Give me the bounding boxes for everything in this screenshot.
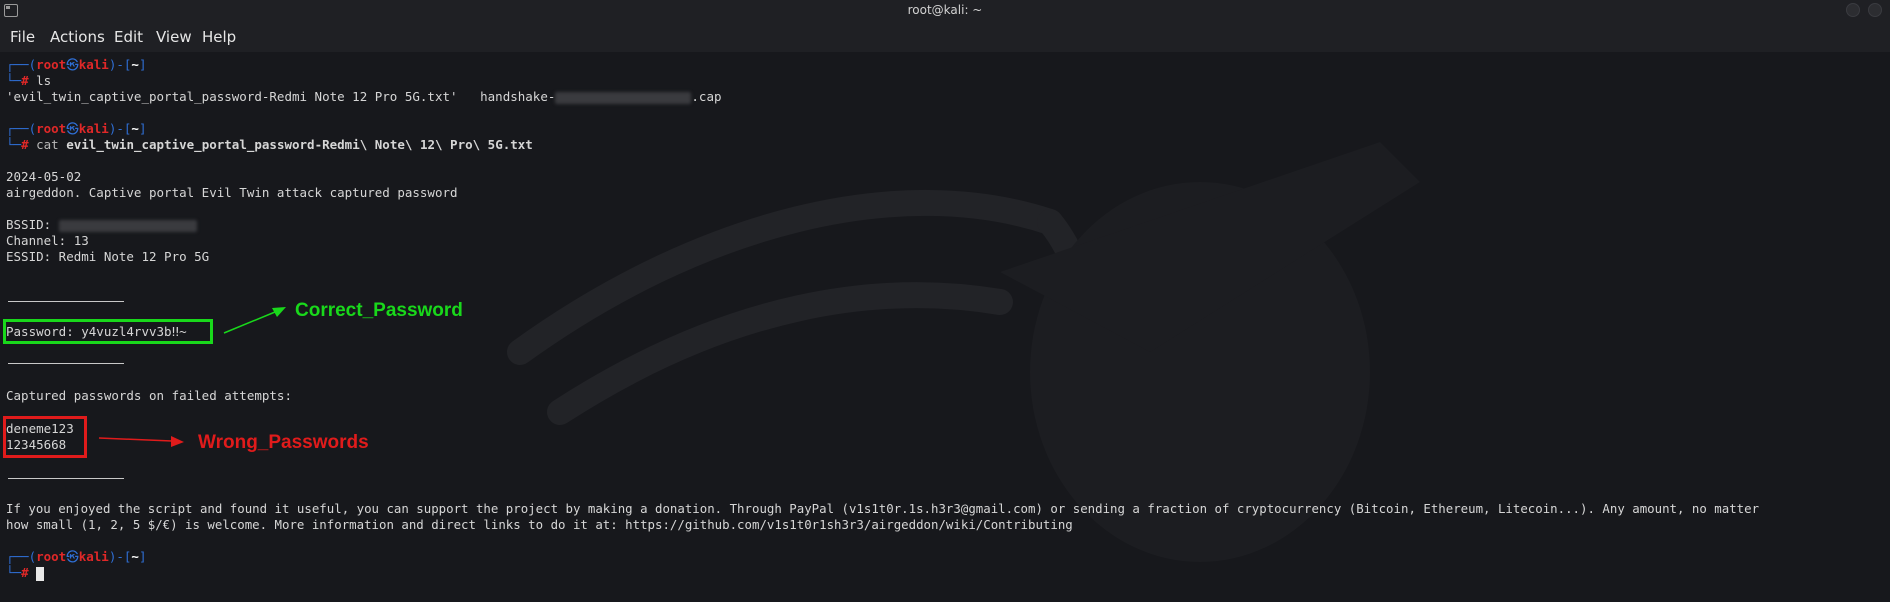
menu-edit[interactable]: Edit <box>114 28 143 46</box>
minimize-button[interactable] <box>1846 3 1860 17</box>
menu-actions[interactable]: Actions <box>50 28 105 46</box>
correct-password-label: Correct_Password <box>295 300 463 321</box>
annotation-arrows <box>98 307 286 447</box>
window-titlebar: root@kali: ~ <box>0 0 1890 23</box>
menu-bar: File Actions Edit View Help <box>0 22 1890 52</box>
window-title: root@kali: ~ <box>907 3 983 17</box>
wrong-passwords-arrow <box>98 436 184 447</box>
menu-view[interactable]: View <box>156 28 192 46</box>
menu-help[interactable]: Help <box>202 28 236 46</box>
close-button[interactable] <box>1868 3 1882 17</box>
menu-file[interactable]: File <box>10 28 35 46</box>
correct-password-arrow <box>223 307 286 334</box>
terminal-output[interactable]: ┌──(root㉿kali)-[~] └─# ls 'evil_twin_cap… <box>0 52 1890 602</box>
wrong-passwords-label: Wrong_Passwords <box>198 432 369 453</box>
